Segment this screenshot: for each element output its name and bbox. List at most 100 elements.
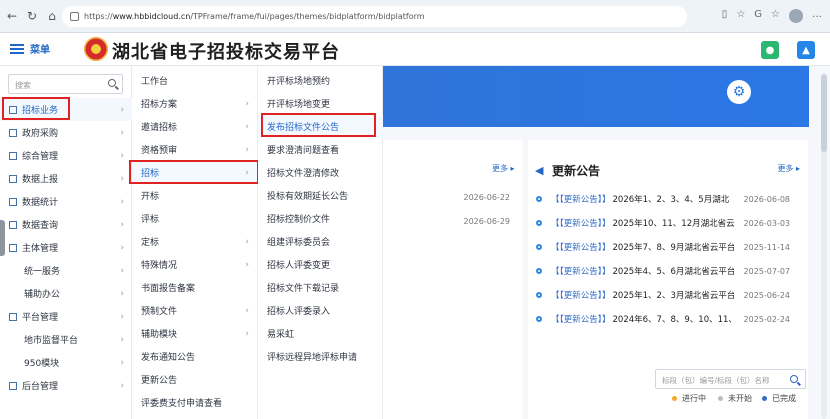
sidebar-item-comprehensive-management[interactable]: 综合管理 ›: [0, 144, 132, 167]
submenu-item-evaluator-fee-request[interactable]: 评委费支付申请查看: [132, 391, 258, 414]
gear-icon[interactable]: ⚙: [727, 80, 751, 104]
submenu2-item-evaluation-committee[interactable]: 组建评标委员会: [258, 230, 383, 253]
updates-title: 更新公告: [552, 164, 601, 178]
submenu2-item-document-clarification-change[interactable]: 招标文件澄清修改: [258, 161, 383, 184]
home-icon[interactable]: ⌂: [44, 8, 60, 24]
section-search-input[interactable]: 标段（包）编号/标段（包）名称: [655, 369, 806, 389]
sidebar-search-input[interactable]: 搜索: [8, 74, 123, 94]
update-title[interactable]: 2025年7、8、9月湖北省云平台: [613, 241, 734, 253]
submenu2-item-venue-change[interactable]: 开评标场地变更: [258, 92, 383, 115]
submenu-label: 定标: [141, 238, 160, 248]
bank-icon: [9, 128, 17, 137]
update-date: 2025-11-14: [743, 242, 791, 252]
update-row[interactable]: 【【更新公告】】 2025年1、2、3月湖北省云平台 2025-06-24: [536, 283, 804, 307]
submenu-item-written-report-filing[interactable]: 书面报告备案: [132, 276, 258, 299]
submenu-item-special-case[interactable]: 特殊情况 ›: [132, 253, 258, 276]
search-icon[interactable]: [790, 375, 798, 383]
submenu2-item-control-price-file[interactable]: 招标控制价文件: [258, 207, 383, 230]
submenu-item-update-announcement[interactable]: 更新公告: [132, 368, 258, 391]
submenu-label: 预制文件: [141, 307, 178, 317]
submenu-item-award-decision[interactable]: 定标 ›: [132, 230, 258, 253]
sidebar-item-city-supervision[interactable]: 地市监督平台 ›: [0, 328, 132, 351]
sidebar-item-government-procurement[interactable]: 政府采购 ›: [0, 121, 132, 144]
star-icon[interactable]: ☆: [736, 9, 745, 23]
submenu2-item-validity-extension-notice[interactable]: 投标有效期延长公告: [258, 184, 383, 207]
update-title[interactable]: 2025年4、5、6月湖北省云平台: [613, 265, 734, 277]
submenu2-label: 招标文件澄清修改: [267, 169, 340, 179]
extension-icon[interactable]: G: [754, 9, 762, 23]
left-more-link[interactable]: 更多 ▸: [492, 163, 515, 174]
collapse-handle[interactable]: [0, 220, 5, 256]
legend-in-progress: 进行中: [672, 393, 706, 404]
sidebar-item-unified-service[interactable]: 统一服务 ›: [0, 259, 132, 282]
chevron-right-icon: ›: [245, 121, 249, 132]
bullet-icon: [536, 244, 542, 250]
bar-chart-icon: [9, 105, 17, 114]
submenu-item-invited-bidding[interactable]: 邀请招标 ›: [132, 115, 258, 138]
update-title[interactable]: 2025年10、11、12月湖北省云: [613, 217, 734, 229]
sidebar-item-office-assistant[interactable]: 辅助办公 ›: [0, 282, 132, 305]
update-row[interactable]: 【【更新公告】】 2025年10、11、12月湖北省云 2026-03-03: [536, 211, 804, 235]
submenu2-item-publish-tender-document-notice[interactable]: 发布招标文件公告: [258, 115, 383, 138]
building-icon: [9, 151, 17, 160]
update-row[interactable]: 【【更新公告】】 2025年7、8、9月湖北省云平台 2025-11-14: [536, 235, 804, 259]
sidebar-item-label: 平台管理: [22, 313, 59, 323]
chevron-right-icon: ›: [120, 288, 124, 299]
profile-avatar-icon[interactable]: [789, 9, 803, 23]
app-header: 菜单 湖北省电子招投标交易平台 ● ▲: [0, 33, 830, 66]
updates-more-link[interactable]: 更多 ▸: [777, 163, 800, 174]
submenu-item-auxiliary-module[interactable]: 辅助模块 ›: [132, 322, 258, 345]
sidebar-item-data-statistics[interactable]: 数据统计 ›: [0, 190, 132, 213]
submenu-item-bidding-plan[interactable]: 招标方案 ›: [132, 92, 258, 115]
submenu2-item-evaluator-entry[interactable]: 招标人评委录入: [258, 299, 383, 322]
page-scrollbar[interactable]: [821, 74, 827, 419]
chevron-right-icon: ›: [120, 150, 124, 161]
submenu2-label: 易采虹: [267, 330, 295, 340]
update-row[interactable]: 【【更新公告】】 2024年6、7、8、9、10、11、 2025-02-24: [536, 307, 804, 331]
submenu2-item-evaluator-change[interactable]: 招标人评委变更: [258, 253, 383, 276]
back-icon[interactable]: ←: [4, 8, 20, 24]
sidebar-item-platform-management[interactable]: 平台管理 ›: [0, 305, 132, 328]
left-date: 2026-06-29: [463, 217, 511, 226]
submenu-item-bid-evaluation[interactable]: 评标: [132, 207, 258, 230]
chevron-right-icon: ›: [120, 242, 124, 253]
submenu2-item-remote-evaluation-request[interactable]: 评标远程异地评标申请: [258, 345, 383, 368]
submenu-item-workbench[interactable]: 工作台: [132, 69, 258, 92]
submenu-item-prepared-files[interactable]: 预制文件 ›: [132, 299, 258, 322]
update-row[interactable]: 【【更新公告】】 2026年1、2、3、4、5月湖北 2026-06-08: [536, 187, 804, 211]
sidebar-item-950-module[interactable]: 950模块 ›: [0, 351, 132, 374]
submenu-item-prequalification[interactable]: 资格预审 ›: [132, 138, 258, 161]
sidebar-item-bidding-business[interactable]: 招标业务 ›: [0, 98, 132, 121]
site-title: 湖北省电子招投标交易平台: [112, 42, 340, 63]
search-icon[interactable]: [108, 79, 116, 87]
submenu2-item-clarification-query[interactable]: 要求澄清问题查看: [258, 138, 383, 161]
submenu-item-bidding[interactable]: 招标 ›: [132, 161, 258, 184]
address-bar[interactable]: https://www.hbbidcloud.cn/TPFrame/frame/…: [62, 6, 687, 27]
favorites-icon[interactable]: ☆: [771, 9, 780, 23]
table-icon: [9, 197, 17, 206]
sidebar-item-data-query[interactable]: 数据查询 ›: [0, 213, 132, 236]
sidebar-item-backend-management[interactable]: 后台管理 ›: [0, 374, 132, 397]
update-title[interactable]: 2026年1、2、3、4、5月湖北: [613, 193, 734, 205]
reader-icon[interactable]: ▯: [722, 9, 728, 23]
more-icon[interactable]: …: [812, 9, 822, 23]
update-title[interactable]: 2024年6、7、8、9、10、11、: [613, 313, 734, 325]
scrollbar-thumb[interactable]: [821, 74, 827, 152]
submenu-item-publish-notice[interactable]: 发布通知公告: [132, 345, 258, 368]
submenu2-item-venue-booking[interactable]: 开评标场地预约: [258, 69, 383, 92]
sidebar-item-label: 数据上报: [22, 175, 59, 185]
notification-icon[interactable]: ●: [761, 41, 779, 59]
chevron-right-icon: ›: [120, 196, 124, 207]
chevron-right-icon: ›: [120, 380, 124, 391]
update-title[interactable]: 2025年1、2、3月湖北省云平台: [613, 289, 734, 301]
reload-icon[interactable]: ↻: [24, 8, 40, 24]
chevron-right-icon: ›: [245, 236, 249, 247]
user-icon[interactable]: ▲: [797, 41, 815, 59]
submenu2-item-download-record[interactable]: 招标文件下载记录: [258, 276, 383, 299]
sidebar-item-entity-management[interactable]: 主体管理 ›: [0, 236, 132, 259]
submenu-item-bid-opening[interactable]: 开标: [132, 184, 258, 207]
update-row[interactable]: 【【更新公告】】 2025年4、5、6月湖北省云平台 2025-07-07: [536, 259, 804, 283]
submenu2-item-yicaihong[interactable]: 易采虹: [258, 322, 383, 345]
menu-button[interactable]: 菜单: [10, 41, 50, 56]
sidebar-item-data-report[interactable]: 数据上报 ›: [0, 167, 132, 190]
